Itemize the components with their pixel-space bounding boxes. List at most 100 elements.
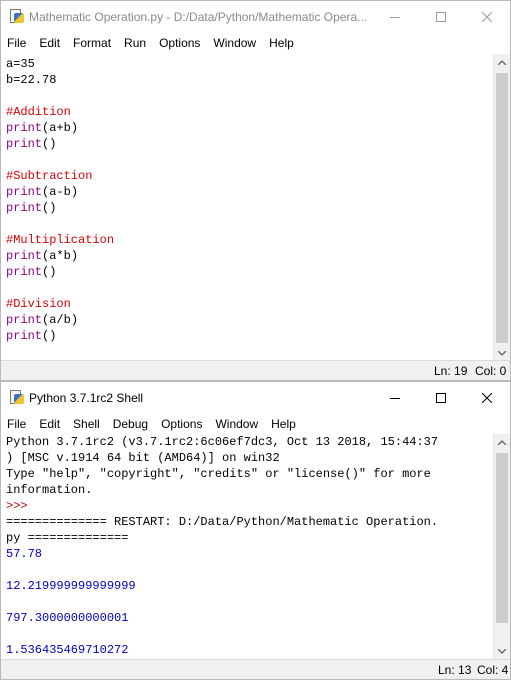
code-line-token: (a*b) (42, 249, 79, 263)
code-line-token: print (6, 249, 43, 263)
code-line-token: a=35 (6, 57, 35, 71)
code-line: print() (6, 136, 494, 152)
shell-line: Python 3.7.1rc2 (v3.7.1rc2:6c06ef7dc3, O… (6, 434, 494, 450)
close-button[interactable] (464, 382, 510, 414)
code-line-token: () (42, 265, 57, 279)
code-line-token: () (42, 201, 57, 215)
shell-line-token: py ============== (6, 531, 129, 545)
menu-run[interactable]: Run (124, 36, 146, 50)
shell-scroll-thumb[interactable] (496, 453, 508, 623)
code-line-token: print (6, 265, 43, 279)
menu-format[interactable]: Format (73, 36, 111, 50)
code-line: print() (6, 200, 494, 216)
editor-scroll-thumb[interactable] (496, 73, 508, 343)
editor-statusbar: Ln: 19 Col: 0 (1, 360, 510, 380)
code-line-token: print (6, 201, 43, 215)
code-line: print(a/b) (6, 312, 494, 328)
editor-window: Mathematic Operation.py - D:/Data/Python… (0, 0, 511, 381)
shell-statusbar: Ln: 13 Col: 4 (1, 659, 510, 679)
shell-line: py ============== (6, 530, 494, 546)
scroll-down-arrow-icon[interactable] (494, 643, 510, 660)
shell-output-area[interactable]: Python 3.7.1rc2 (v3.7.1rc2:6c06ef7dc3, O… (1, 434, 494, 660)
shell-line-token: ============== RESTART: D:/Data/Python/M… (6, 515, 439, 529)
shell-line-token: information. (6, 483, 93, 497)
menu-shell[interactable]: Shell (73, 417, 100, 431)
code-line-token: print (6, 185, 43, 199)
menu-file[interactable]: File (7, 417, 26, 431)
menu-help[interactable]: Help (271, 417, 296, 431)
menu-window[interactable]: Window (215, 417, 258, 431)
shell-line-token: 12.219999999999999 (6, 579, 136, 593)
code-line: #Division (6, 296, 494, 312)
shell-line-token: Type "help", "copyright", "credits" or "… (6, 467, 431, 481)
shell-menubar: File Edit Shell Debug Options Window Help (1, 414, 510, 434)
maximize-button[interactable] (418, 382, 464, 414)
minimize-icon (390, 17, 400, 18)
code-line: print(a-b) (6, 184, 494, 200)
menu-options[interactable]: Options (161, 417, 202, 431)
code-line: a=35 (6, 56, 494, 72)
menu-help[interactable]: Help (269, 36, 294, 50)
code-line-token: (a/b) (42, 313, 79, 327)
shell-line: Type "help", "copyright", "credits" or "… (6, 466, 494, 482)
shell-line: 797.3000000000001 (6, 610, 494, 626)
shell-line-token: ) [MSC v.1914 64 bit (AMD64)] on win32 (6, 451, 280, 465)
menu-edit[interactable]: Edit (39, 417, 60, 431)
line-number-status: Ln: 13 (438, 663, 472, 677)
code-line: print() (6, 264, 494, 280)
minimize-button[interactable] (372, 1, 418, 33)
menu-edit[interactable]: Edit (39, 36, 60, 50)
code-line: print() (6, 328, 494, 344)
menu-window[interactable]: Window (213, 36, 256, 50)
code-line: #Addition (6, 104, 494, 120)
code-line-token: b=22.78 (6, 73, 57, 87)
code-line: print(a*b) (6, 248, 494, 264)
close-icon (482, 393, 492, 403)
editor-code-area[interactable]: a=35 b=22.78 #Addition print(a+b) print() #… (1, 54, 494, 362)
editor-title: Mathematic Operation.py - D:/Data/Python… (29, 10, 368, 24)
shell-titlebar[interactable]: Python 3.7.1rc2 Shell (1, 382, 510, 414)
code-line-token: () (42, 329, 57, 343)
shell-title: Python 3.7.1rc2 Shell (29, 391, 144, 405)
shell-line: 12.219999999999999 (6, 578, 494, 594)
code-line-token: print (6, 329, 43, 343)
maximize-icon (436, 393, 446, 403)
shell-line-token: Python 3.7.1rc2 (v3.7.1rc2:6c06ef7dc3, O… (6, 435, 439, 449)
column-number-status: Col: 0 (475, 364, 507, 378)
code-line-token: #Subtraction (6, 169, 93, 183)
editor-vertical-scrollbar[interactable] (493, 54, 510, 362)
close-button[interactable] (464, 1, 510, 33)
maximize-button[interactable] (418, 1, 464, 33)
shell-line-token: 797.3000000000001 (6, 611, 129, 625)
shell-line: ) [MSC v.1914 64 bit (AMD64)] on win32 (6, 450, 494, 466)
close-icon (482, 12, 492, 22)
shell-vertical-scrollbar[interactable] (493, 434, 510, 660)
menu-file[interactable]: File (7, 36, 26, 50)
shell-line: 57.78 (6, 546, 494, 562)
code-line-token: () (42, 137, 57, 151)
minimize-icon (390, 398, 400, 399)
minimize-button[interactable] (372, 382, 418, 414)
maximize-icon (436, 12, 446, 22)
code-line-token: print (6, 121, 43, 135)
scroll-up-arrow-icon[interactable] (494, 54, 510, 71)
shell-line: >>> (6, 498, 494, 514)
editor-titlebar[interactable]: Mathematic Operation.py - D:/Data/Python… (1, 1, 510, 33)
code-line: b=22.78 (6, 72, 494, 88)
scroll-up-arrow-icon[interactable] (494, 434, 510, 451)
menu-debug[interactable]: Debug (113, 417, 148, 431)
code-line-token: #Multiplication (6, 233, 115, 247)
menu-options[interactable]: Options (159, 36, 200, 50)
column-number-status: Col: 4 (477, 663, 509, 677)
shell-line-token: 1.536435469710272 (6, 643, 129, 657)
code-line-token: print (6, 313, 43, 327)
code-line-token: #Addition (6, 105, 71, 119)
code-line-token: print (6, 137, 43, 151)
shell-line-token: 57.78 (6, 547, 43, 561)
shell-line: ============== RESTART: D:/Data/Python/M… (6, 514, 494, 530)
